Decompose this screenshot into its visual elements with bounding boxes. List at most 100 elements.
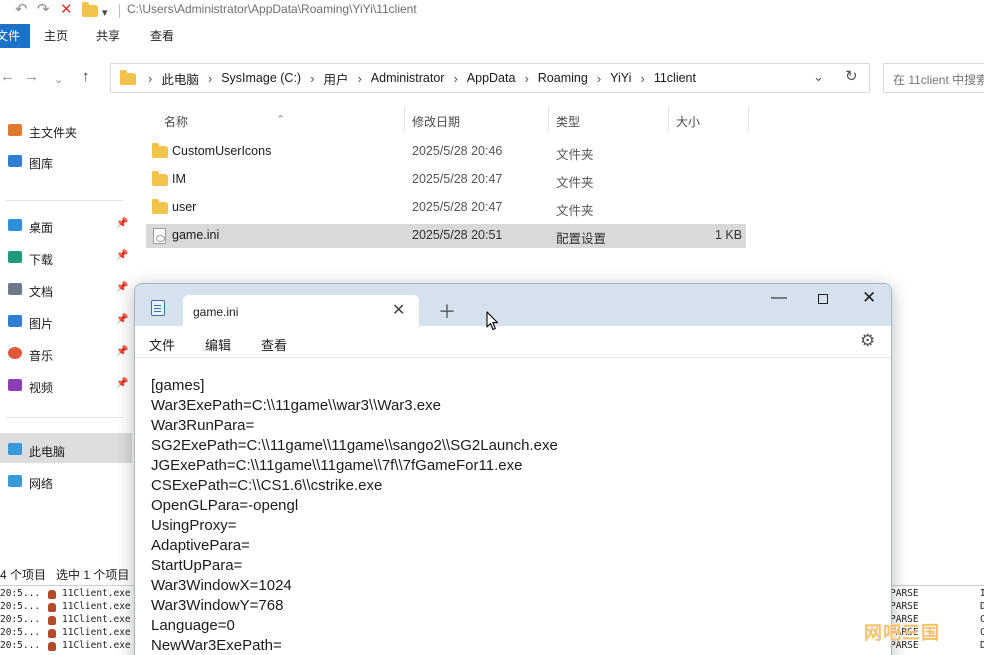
folder-icon [152, 143, 168, 158]
log-process: 11Client.exe [62, 627, 131, 638]
chevron-right-icon[interactable]: › [208, 71, 212, 86]
log-operation: PARSE [890, 601, 919, 612]
breadcrumb-item[interactable]: SysImage (C:) [221, 71, 301, 85]
breadcrumb-item[interactable]: AppData [467, 71, 516, 85]
sidebar-item-downloads[interactable]: 下载 📌 [0, 241, 132, 271]
chevron-right-icon[interactable]: › [453, 71, 457, 86]
chevron-right-icon[interactable]: › [640, 71, 644, 86]
minimize-icon[interactable]: — [771, 289, 787, 307]
home-icon [8, 124, 22, 136]
tab-file[interactable]: 文件 [0, 24, 30, 48]
tab-view[interactable]: 查看 [150, 24, 174, 48]
refresh-icon[interactable]: ↻ [845, 67, 858, 85]
notepad-titlebar[interactable]: game.ini ✕ ＋ — ✕ [135, 284, 891, 326]
up-icon[interactable]: ↑ [82, 68, 90, 86]
column-header-type[interactable]: 类型 [556, 113, 580, 130]
column-header-size[interactable]: 大小 [676, 113, 700, 130]
undo-icon[interactable]: ↶ [15, 1, 28, 19]
column-header-name[interactable]: 名称 [164, 113, 188, 130]
file-row[interactable]: IM 2025/5/28 20:47 文件夹 [146, 168, 746, 192]
breadcrumb-item[interactable]: 11client [654, 71, 696, 85]
sidebar-item-this-pc[interactable]: 此电脑 [0, 433, 132, 463]
music-icon [8, 347, 22, 359]
sidebar-item-documents[interactable]: 文档 📌 [0, 273, 132, 303]
breadcrumb-item[interactable]: 用户 [323, 69, 348, 88]
file-row[interactable]: CustomUserIcons 2025/5/28 20:46 文件夹 [146, 140, 746, 164]
folder-icon [152, 199, 168, 214]
sidebar-item-home[interactable]: 主文件夹 [0, 114, 132, 144]
chevron-right-icon[interactable]: › [597, 71, 601, 86]
settings-gear-icon[interactable]: ⚙ [860, 331, 875, 351]
log-time: 20:5... [0, 627, 41, 638]
breadcrumb-item[interactable]: Roaming [538, 71, 588, 85]
chevron-right-icon[interactable]: › [524, 71, 528, 86]
sidebar-item-music[interactable]: 音乐 📌 [0, 337, 132, 367]
pin-icon[interactable]: 📌 [116, 282, 128, 293]
back-icon[interactable]: ← [0, 68, 15, 86]
sidebar-item-desktop[interactable]: 桌面 📌 [0, 209, 132, 239]
text-editor[interactable]: [games] War3ExePath=C:\\11game\\war3\\Wa… [151, 376, 871, 655]
forward-icon[interactable]: → [24, 68, 39, 86]
file-type: 文件夹 [556, 204, 594, 218]
sort-ascending-icon: ⌃ [276, 114, 286, 126]
breadcrumb-item[interactable]: Administrator [371, 71, 445, 85]
process-icon [48, 603, 56, 612]
log-process: 11Client.exe [62, 640, 131, 651]
file-size: 1 KB [715, 228, 743, 242]
text-line: StartUpPara= [151, 557, 243, 574]
pin-icon[interactable]: 📌 [116, 346, 128, 357]
close-window-icon[interactable]: ✕ [862, 288, 876, 308]
file-row[interactable]: user 2025/5/28 20:47 文件夹 [146, 196, 746, 220]
maximize-icon[interactable] [818, 294, 828, 304]
navigation-row: ← → ⌄ ↑ › 此电脑 › SysImage (C:) › 用户 › Adm… [0, 60, 984, 96]
customize-quick-access-icon[interactable]: ▾ [102, 4, 108, 22]
tab-home[interactable]: 主页 [44, 24, 68, 48]
log-process: 11Client.exe [62, 601, 131, 612]
sidebar-item-videos[interactable]: 视频 📌 [0, 369, 132, 399]
breadcrumb-item[interactable]: 此电脑 [161, 69, 199, 88]
tab-game-ini[interactable]: game.ini ✕ [183, 295, 419, 326]
file-name: IM [172, 172, 186, 186]
menu-view[interactable]: 查看 [261, 335, 287, 354]
pin-icon[interactable]: 📌 [116, 218, 128, 229]
pin-icon[interactable]: 📌 [116, 378, 128, 389]
sidebar-item-label: 桌面 [29, 221, 54, 235]
pin-icon[interactable]: 📌 [116, 314, 128, 325]
address-history-chevron-icon[interactable]: ⌄ [813, 69, 824, 85]
recent-locations-icon[interactable]: ⌄ [54, 71, 63, 89]
column-divider[interactable] [404, 106, 405, 132]
close-tab-icon[interactable]: ✕ [392, 300, 405, 320]
column-divider[interactable] [748, 106, 749, 132]
process-icon [48, 590, 56, 599]
process-icon [48, 642, 56, 651]
menu-file[interactable]: 文件 [149, 335, 175, 354]
process-icon [48, 616, 56, 625]
status-bar: 4 个项目 选中 1 个项目 [0, 565, 140, 583]
column-divider[interactable] [548, 106, 549, 132]
address-bar[interactable]: › 此电脑 › SysImage (C:) › 用户 › Administrat… [110, 63, 870, 93]
column-header-modified[interactable]: 修改日期 [412, 113, 460, 130]
tab-share[interactable]: 共享 [96, 24, 120, 48]
window-title-path: C:\Users\Administrator\AppData\Roaming\Y… [127, 2, 417, 16]
video-icon [8, 379, 22, 391]
delete-icon[interactable]: ✕ [60, 1, 73, 19]
pin-icon[interactable]: 📌 [116, 250, 128, 261]
notepad-menubar: 文件 编辑 查看 ⚙ [135, 326, 891, 358]
folder-icon[interactable] [82, 2, 98, 17]
sidebar-item-gallery[interactable]: 图库 [0, 145, 132, 175]
chevron-right-icon[interactable]: › [357, 71, 361, 86]
column-divider[interactable] [668, 106, 669, 132]
menu-edit[interactable]: 编辑 [205, 335, 231, 354]
chevron-right-icon: › [148, 70, 153, 86]
chevron-right-icon[interactable]: › [310, 71, 314, 86]
file-row[interactable]: game.ini 2025/5/28 20:51 配置设置 1 KB [146, 224, 746, 248]
sidebar-item-network[interactable]: 网络 [0, 465, 132, 495]
sidebar-item-label: 下载 [29, 253, 54, 267]
search-input[interactable]: 在 11client 中搜索 [883, 63, 984, 93]
sidebar-item-pictures[interactable]: 图片 📌 [0, 305, 132, 335]
log-process: 11Client.exe [62, 614, 131, 625]
redo-icon[interactable]: ↷ [37, 1, 50, 19]
breadcrumb-item[interactable]: YiYi [610, 71, 631, 85]
new-tab-plus-icon[interactable]: ＋ [438, 298, 456, 324]
text-line: JGExePath=C:\\11game\\11game\\7f\\7fGame… [151, 457, 523, 474]
